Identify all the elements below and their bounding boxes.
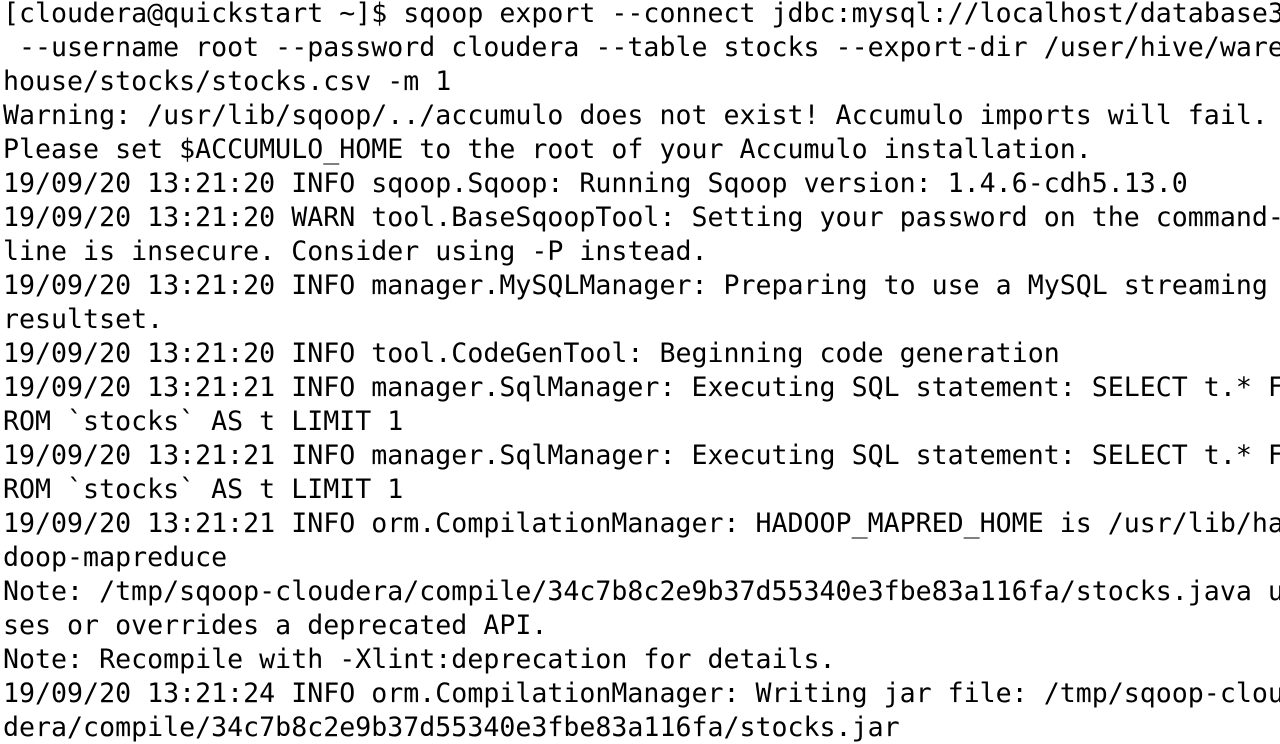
terminal-line: ROM `stocks` AS t LIMIT 1: [3, 406, 404, 437]
terminal-line: line is insecure. Consider using -P inst…: [3, 236, 708, 267]
terminal-line: 19/09/20 13:21:20 INFO sqoop.Sqoop: Runn…: [3, 168, 1188, 199]
terminal-line: Note: Recompile with -Xlint:deprecation …: [3, 644, 836, 675]
terminal-line: 19/09/20 13:21:20 INFO manager.MySQLMana…: [3, 270, 1268, 301]
terminal-line: Warning: /usr/lib/sqoop/../accumulo does…: [3, 100, 1268, 131]
terminal-line: house/stocks/stocks.csv -m 1: [3, 66, 452, 97]
terminal-line: dera/compile/34c7b8c2e9b37d55340e3fbe83a…: [3, 712, 900, 743]
terminal-line: ses or overrides a deprecated API.: [3, 610, 548, 641]
terminal-line: ROM `stocks` AS t LIMIT 1: [3, 474, 404, 505]
terminal-line: Please set $ACCUMULO_HOME to the root of…: [3, 134, 1092, 165]
terminal-line: 19/09/20 13:21:21 INFO manager.SqlManage…: [3, 372, 1280, 403]
terminal-line: 19/09/20 13:21:21 INFO manager.SqlManage…: [3, 440, 1280, 471]
terminal-line: 19/09/20 13:21:21 INFO orm.CompilationMa…: [3, 508, 1280, 539]
terminal-line: 19/09/20 13:21:20 INFO tool.CodeGenTool:…: [3, 338, 1060, 369]
terminal-line: [cloudera@quickstart ~]$ sqoop export --…: [3, 0, 1280, 29]
terminal-line: --username root --password cloudera --ta…: [3, 32, 1280, 63]
terminal-output[interactable]: [cloudera@quickstart ~]$ sqoop export --…: [0, 0, 1280, 744]
terminal-line: 19/09/20 13:21:20 WARN tool.BaseSqoopToo…: [3, 202, 1280, 233]
terminal-line: resultset.: [3, 304, 164, 335]
terminal-line: 19/09/20 13:21:24 INFO orm.CompilationMa…: [3, 678, 1280, 709]
terminal-line: Note: /tmp/sqoop-cloudera/compile/34c7b8…: [3, 576, 1280, 607]
terminal-line: doop-mapreduce: [3, 542, 228, 573]
